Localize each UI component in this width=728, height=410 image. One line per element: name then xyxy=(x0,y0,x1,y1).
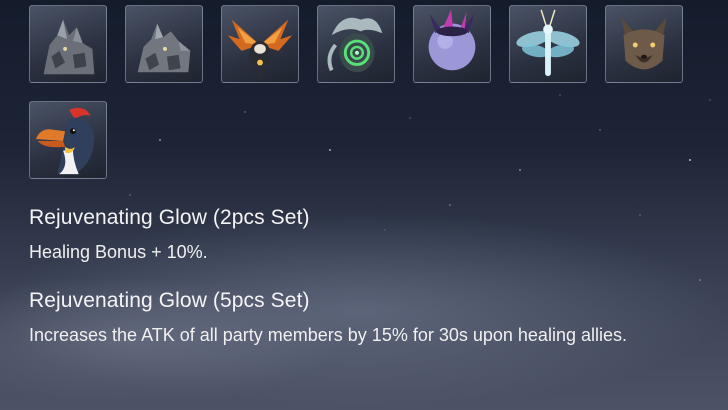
creature-slot-6[interactable] xyxy=(509,5,587,83)
purple-horned-orb-icon xyxy=(428,9,476,71)
blue-dragonfly-icon xyxy=(516,9,580,77)
creature-slot-7[interactable] xyxy=(605,5,683,83)
set-bonus-2pc-title: Rejuvenating Glow (2pcs Set) xyxy=(29,206,310,229)
set-bonus-5pc-description: Increases the ATK of all party members b… xyxy=(29,325,627,345)
creature-slot-8[interactable] xyxy=(29,101,107,179)
gray-rock-beast-icon xyxy=(43,19,95,75)
creature-slot-4[interactable] xyxy=(317,5,395,83)
creature-slot-2[interactable] xyxy=(125,5,203,83)
red-crested-bird-icon xyxy=(35,107,95,175)
set-bonus-2pc: Rejuvenating Glow (2pcs Set) Healing Bon… xyxy=(29,205,709,267)
set-bonus-5pc-title: Rejuvenating Glow (5pcs Set) xyxy=(29,289,310,312)
creature-slot-5[interactable] xyxy=(413,5,491,83)
green-spiral-spirit-icon xyxy=(327,17,383,73)
flame-winged-beast-icon xyxy=(227,19,293,79)
creature-slot-1[interactable] xyxy=(29,5,107,83)
set-bonus-5pc: Rejuvenating Glow (5pcs Set) Increases t… xyxy=(29,288,709,350)
brown-wolf-icon xyxy=(621,17,667,70)
gray-rock-beast-variant-icon xyxy=(137,23,191,73)
creature-slot-3[interactable] xyxy=(221,5,299,83)
set-bonus-2pc-description: Healing Bonus + 10%. xyxy=(29,242,208,262)
